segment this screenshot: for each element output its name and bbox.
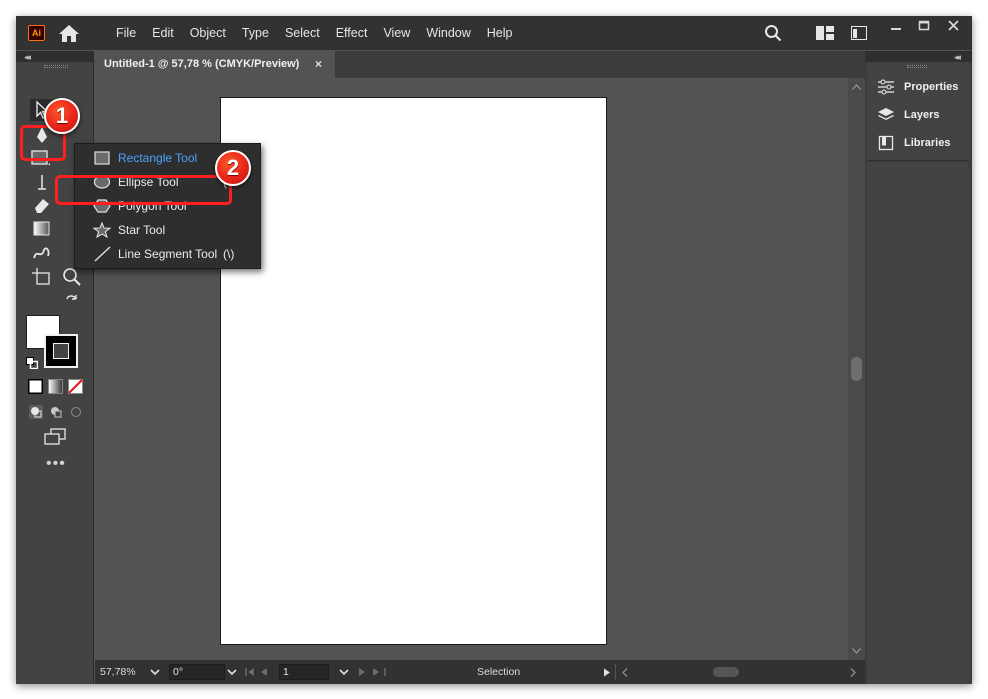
menu-select[interactable]: Select bbox=[277, 16, 328, 50]
flyout-item-label: Line Segment Tool bbox=[118, 247, 218, 261]
vertical-scroll-thumb[interactable] bbox=[851, 357, 862, 381]
menu-object[interactable]: Object bbox=[182, 16, 234, 50]
current-tool-status[interactable]: Selection bbox=[477, 660, 520, 684]
flyout-item-label: Star Tool bbox=[118, 223, 166, 237]
rotation-dropdown-icon[interactable] bbox=[227, 668, 237, 676]
menu-file[interactable]: File bbox=[108, 16, 144, 50]
scroll-right-arrow-icon[interactable] bbox=[850, 668, 856, 677]
title-bar: Ai File Edit Object Type Select Effect V… bbox=[16, 16, 972, 50]
layers-icon bbox=[878, 108, 894, 120]
panel-properties[interactable]: Properties bbox=[877, 76, 958, 98]
menu-type[interactable]: Type bbox=[234, 16, 277, 50]
panel-properties-label: Properties bbox=[904, 81, 959, 93]
gradient-fill-mode-icon[interactable] bbox=[48, 379, 63, 394]
vertical-scrollbar[interactable] bbox=[848, 78, 865, 660]
scroll-up-arrow-icon[interactable] bbox=[852, 84, 861, 90]
step-1-badge: 1 bbox=[44, 98, 80, 134]
panel-layers-label: Layers bbox=[904, 109, 940, 121]
artboard[interactable] bbox=[220, 97, 607, 645]
menu-bar: File Edit Object Type Select Effect View… bbox=[108, 16, 521, 50]
collapse-arrows-icon[interactable]: ◂◂ bbox=[24, 52, 31, 63]
menu-help[interactable]: Help bbox=[479, 16, 521, 50]
flyout-item-label: Rectangle Tool bbox=[118, 151, 198, 165]
panel-dock: ◂◂ Properties Layers Libraries bbox=[865, 51, 972, 684]
panel-libraries-label: Libraries bbox=[904, 137, 951, 149]
status-bar: 57,78% 0° 1 Selection bbox=[95, 660, 865, 684]
star-icon bbox=[93, 222, 111, 238]
edit-toolbar-more-icon[interactable]: ••• bbox=[46, 456, 66, 472]
illustrator-window: Ai File Edit Object Type Select Effect V… bbox=[16, 16, 972, 684]
scroll-left-arrow-icon[interactable] bbox=[622, 668, 628, 677]
rotation-field[interactable]: 0° bbox=[169, 664, 225, 680]
toolbar-collapse-bar[interactable]: ◂◂ bbox=[16, 51, 93, 62]
stroke-color-swatch[interactable] bbox=[44, 334, 78, 368]
menu-edit[interactable]: Edit bbox=[144, 16, 182, 50]
flyout-line-segment-tool[interactable]: Line Segment Tool (\) bbox=[75, 242, 261, 266]
menu-effect[interactable]: Effect bbox=[328, 16, 376, 50]
libraries-icon bbox=[878, 135, 894, 151]
eraser-tool-icon[interactable] bbox=[30, 194, 54, 216]
step-2-badge: 2 bbox=[215, 150, 251, 186]
zoom-tool-icon[interactable] bbox=[60, 266, 84, 288]
artboard-number-field[interactable]: 1 bbox=[279, 664, 329, 680]
draw-inside-icon[interactable] bbox=[69, 405, 83, 419]
flyout-star-tool[interactable]: Star Tool bbox=[75, 218, 261, 242]
properties-icon bbox=[878, 79, 894, 95]
scroll-down-arrow-icon[interactable] bbox=[852, 648, 861, 654]
maximize-icon[interactable] bbox=[910, 16, 938, 38]
type-tool-icon[interactable] bbox=[30, 171, 54, 193]
document-tab-strip: Untitled-1 @ 57,78 % (CMYK/Preview) × bbox=[95, 51, 865, 78]
panel-empty-area bbox=[867, 162, 969, 684]
close-icon[interactable] bbox=[940, 16, 968, 38]
panel-grip[interactable] bbox=[907, 65, 927, 68]
status-menu-arrow-icon[interactable] bbox=[603, 668, 611, 677]
no-fill-mode-icon[interactable] bbox=[68, 379, 83, 394]
menu-window[interactable]: Window bbox=[418, 16, 478, 50]
swap-colors-icon[interactable] bbox=[64, 293, 80, 309]
status-separator bbox=[615, 664, 616, 680]
next-last-artboard-icon[interactable] bbox=[357, 667, 387, 677]
menu-view[interactable]: View bbox=[375, 16, 418, 50]
app-logo: Ai bbox=[28, 25, 45, 41]
document-tab-title: Untitled-1 @ 57,78 % (CMYK/Preview) bbox=[104, 58, 300, 70]
zoom-dropdown-icon[interactable] bbox=[150, 668, 160, 676]
search-icon[interactable] bbox=[764, 24, 782, 42]
gradient-tool-icon[interactable] bbox=[30, 218, 54, 240]
document-tab[interactable]: Untitled-1 @ 57,78 % (CMYK/Preview) × bbox=[95, 51, 335, 78]
stroke-swatch-hole bbox=[53, 343, 69, 359]
panel-layers[interactable]: Layers bbox=[877, 104, 939, 126]
draw-behind-icon[interactable] bbox=[49, 405, 63, 419]
rectangle-icon bbox=[94, 151, 110, 165]
color-fill-mode-icon[interactable] bbox=[28, 379, 43, 394]
zoom-level[interactable]: 57,78% bbox=[100, 660, 136, 684]
screen-mode-icon[interactable] bbox=[43, 428, 67, 446]
panel-libraries[interactable]: Libraries bbox=[877, 132, 950, 154]
toolbar-grip[interactable] bbox=[44, 65, 68, 68]
horizontal-scroll-thumb[interactable] bbox=[713, 667, 739, 677]
arrange-documents-icon[interactable] bbox=[816, 26, 834, 40]
artboard-dropdown-icon[interactable] bbox=[339, 668, 349, 676]
panel-dock-header[interactable]: ◂◂ bbox=[865, 51, 972, 62]
polygon-tool-highlight bbox=[55, 175, 232, 205]
workspace-switcher-icon[interactable] bbox=[851, 26, 867, 40]
line-icon bbox=[94, 246, 111, 262]
flyout-item-shortcut: (\) bbox=[223, 247, 235, 261]
panel-group: Properties Layers Libraries bbox=[867, 62, 969, 161]
tab-close-icon[interactable]: × bbox=[315, 51, 322, 78]
puppet-warp-tool-icon[interactable] bbox=[30, 242, 54, 264]
home-icon[interactable] bbox=[58, 23, 80, 43]
first-previous-artboard-icon[interactable] bbox=[245, 667, 273, 677]
draw-normal-icon[interactable] bbox=[29, 405, 43, 419]
minimize-icon[interactable] bbox=[882, 16, 910, 38]
default-colors-icon[interactable] bbox=[26, 357, 38, 369]
artboard-tool-icon[interactable] bbox=[30, 266, 54, 288]
